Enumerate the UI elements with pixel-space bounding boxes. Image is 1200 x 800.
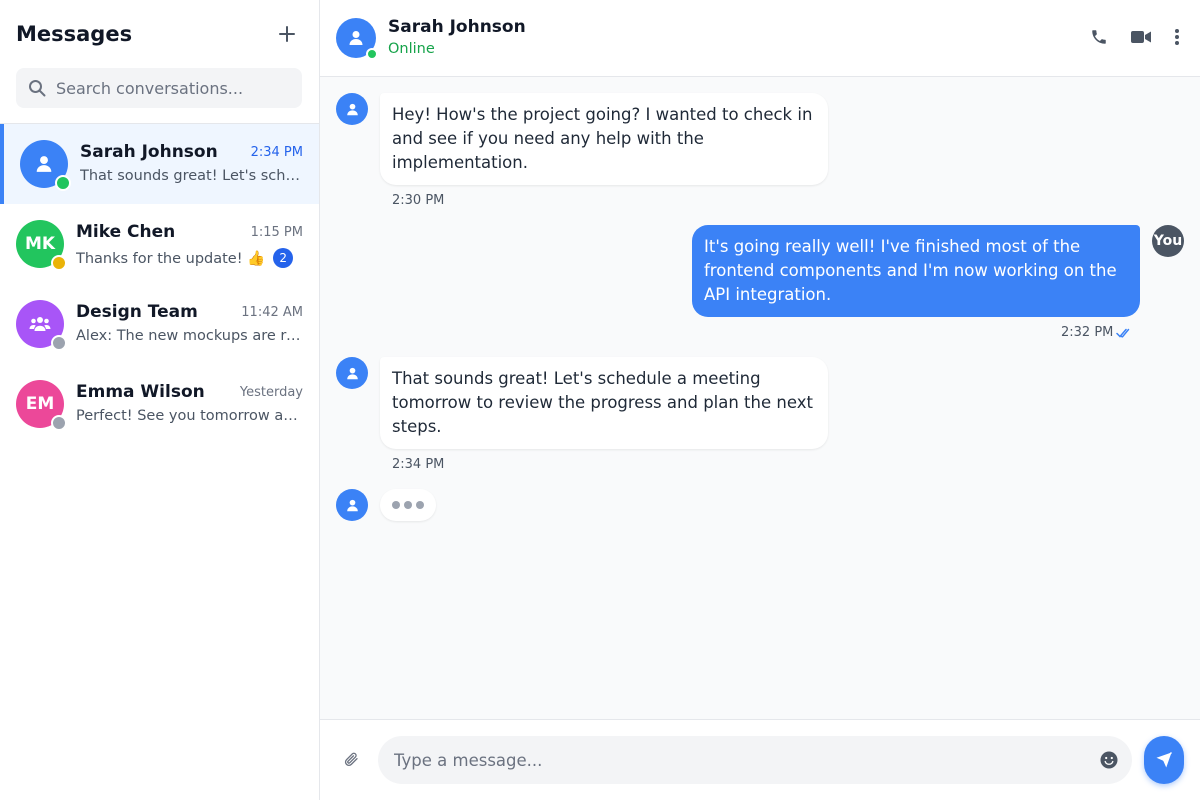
messaging-app: Messages Sarah Johnson bbox=[0, 0, 1200, 800]
sidebar-title: Messages bbox=[16, 22, 133, 46]
paperclip-icon bbox=[344, 752, 358, 767]
contact-status: Online bbox=[388, 41, 435, 57]
avatar bbox=[20, 140, 71, 191]
user-icon bbox=[346, 367, 358, 379]
user-icon bbox=[346, 499, 358, 511]
conversation-time: 1:15 PM bbox=[250, 224, 303, 240]
phone-icon bbox=[1092, 30, 1106, 44]
user-icon bbox=[36, 156, 52, 172]
conversation-name: Mike Chen bbox=[76, 222, 176, 242]
plus-icon bbox=[279, 26, 295, 42]
more-vertical-icon bbox=[1175, 29, 1179, 45]
conversation-item-mike-chen[interactable]: MK Mike Chen 1:15 PM Thanks for the upda… bbox=[0, 204, 319, 284]
conversation-item-design-team[interactable]: Design Team 11:42 AM Alex: The new mocku… bbox=[0, 284, 319, 364]
chat-header: Sarah Johnson Online bbox=[320, 0, 1200, 77]
contact-avatar[interactable] bbox=[336, 18, 378, 60]
unread-badge: 2 bbox=[273, 248, 294, 268]
search-box bbox=[16, 68, 302, 108]
message-bubble-outgoing: It's going really well! I've finished mo… bbox=[692, 225, 1140, 317]
typing-dot bbox=[392, 501, 400, 509]
message-input-wrapper bbox=[378, 736, 1132, 784]
header-actions bbox=[1088, 26, 1182, 48]
conversation-name: Design Team bbox=[76, 302, 198, 322]
away-status-dot bbox=[51, 255, 67, 271]
emoji-button[interactable] bbox=[1098, 749, 1120, 771]
message-time: 2:32 PM bbox=[1061, 325, 1114, 340]
conversation-time: 11:42 AM bbox=[241, 304, 303, 320]
conversation-time: 2:34 PM bbox=[250, 144, 303, 160]
conversation-name: Sarah Johnson bbox=[80, 142, 218, 162]
message-composer bbox=[320, 719, 1200, 800]
attach-button[interactable] bbox=[340, 748, 362, 770]
sender-avatar bbox=[336, 357, 368, 389]
typing-dot bbox=[404, 501, 412, 509]
conversation-list: Sarah Johnson 2:34 PM That sounds great!… bbox=[0, 124, 319, 800]
message-list: Hey! How's the project going? I wanted t… bbox=[320, 77, 1200, 719]
search-icon bbox=[29, 80, 46, 97]
send-button[interactable] bbox=[1144, 736, 1184, 784]
avatar: MK bbox=[16, 220, 67, 271]
message-bubble-incoming: Hey! How's the project going? I wanted t… bbox=[380, 93, 828, 185]
own-avatar: You bbox=[1152, 225, 1184, 257]
video-call-button[interactable] bbox=[1130, 26, 1152, 48]
message-time: 2:30 PM bbox=[392, 193, 445, 208]
offline-status-dot bbox=[51, 335, 67, 351]
new-conversation-button[interactable] bbox=[275, 22, 299, 46]
conversation-item-sarah-johnson[interactable]: Sarah Johnson 2:34 PM That sounds great!… bbox=[0, 124, 319, 204]
user-icon bbox=[349, 31, 363, 45]
video-icon bbox=[1131, 31, 1151, 43]
chat-panel: Sarah Johnson Online Hey! How's the proj… bbox=[320, 0, 1200, 800]
conversation-preview: That sounds great! Let's schedule a meet… bbox=[80, 168, 303, 184]
users-icon bbox=[29, 317, 51, 331]
smile-icon bbox=[1100, 751, 1118, 769]
contact-name: Sarah Johnson bbox=[388, 17, 526, 37]
offline-status-dot bbox=[51, 415, 67, 431]
conversation-preview: Thanks for the update! 👍 bbox=[76, 250, 266, 267]
conversation-time: Yesterday bbox=[239, 384, 303, 400]
conversation-item-emma-wilson[interactable]: EM Emma Wilson Yesterday Perfect! See yo… bbox=[0, 364, 319, 444]
message-bubble-incoming: That sounds great! Let's schedule a meet… bbox=[380, 357, 828, 449]
conversation-name: Emma Wilson bbox=[76, 382, 205, 402]
more-options-button[interactable] bbox=[1172, 26, 1182, 48]
voice-call-button[interactable] bbox=[1088, 26, 1110, 48]
send-icon bbox=[1156, 751, 1173, 768]
avatar bbox=[16, 300, 67, 351]
sidebar: Messages Sarah Johnson bbox=[0, 0, 320, 800]
conversation-preview: Perfect! See you tomorrow at the meeting bbox=[76, 408, 303, 424]
message-input[interactable] bbox=[394, 736, 1074, 784]
user-icon bbox=[346, 103, 358, 115]
online-status-dot bbox=[366, 48, 378, 60]
sender-avatar bbox=[336, 93, 368, 125]
avatar: EM bbox=[16, 380, 67, 431]
message-time: 2:34 PM bbox=[392, 457, 445, 472]
search-input[interactable] bbox=[56, 78, 286, 98]
typing-dot bbox=[416, 501, 424, 509]
double-check-icon bbox=[1116, 328, 1130, 338]
conversation-preview: Alex: The new mockups are ready for revi… bbox=[76, 328, 303, 344]
typing-indicator bbox=[380, 489, 436, 521]
sidebar-header: Messages bbox=[0, 0, 319, 124]
sender-avatar bbox=[336, 489, 368, 521]
online-status-dot bbox=[55, 175, 71, 191]
